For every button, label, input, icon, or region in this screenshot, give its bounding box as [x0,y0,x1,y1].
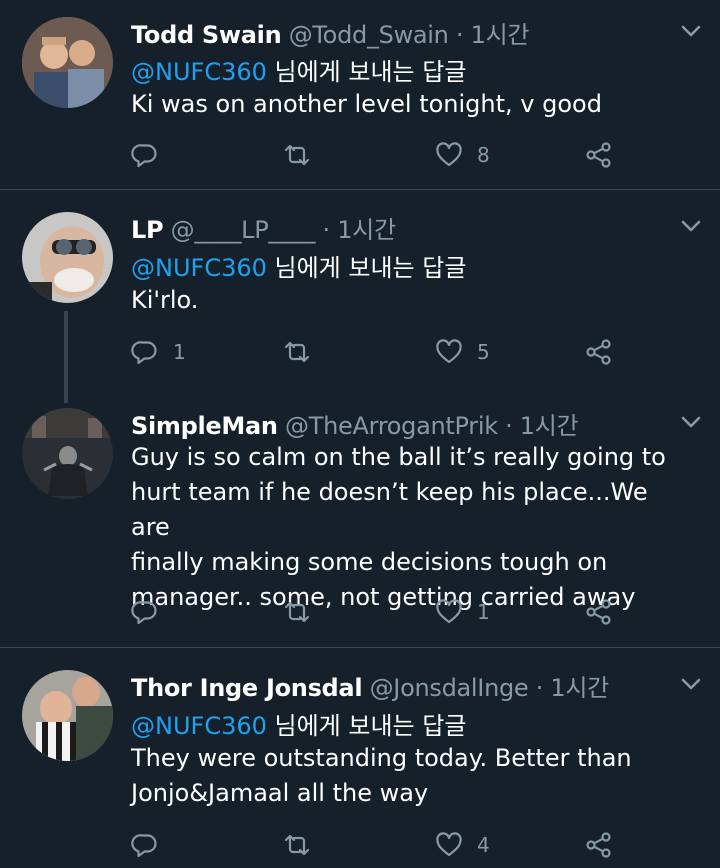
text-line: Jonjo&Jamaal all the way [131,779,429,807]
user-handle[interactable]: @____LP____ [171,216,316,244]
reply-button[interactable] [131,140,173,170]
timestamp: · 1시간 [505,412,579,440]
tweet-text: Ki'rlo. [131,283,691,318]
retweet-icon [284,601,310,623]
avatar[interactable] [22,17,113,108]
mention-link[interactable]: @NUFC360 [131,712,267,740]
chevron-down-icon[interactable] [680,411,702,433]
like-button[interactable]: 4 [435,830,490,860]
avatar[interactable] [22,670,113,761]
retweet-button[interactable] [283,337,325,367]
mention-link[interactable]: @NUFC360 [131,254,267,282]
timestamp: · 1시간 [535,674,609,702]
timeline: Todd Swain @Todd_Swain · 1시간 @NUFC360 님에… [0,0,720,868]
heart-icon [436,832,462,857]
mention-link[interactable]: @NUFC360 [131,58,267,86]
text-line: They were outstanding today. Better than [131,744,632,772]
like-button[interactable]: 8 [435,140,490,170]
reply-button[interactable] [131,597,173,627]
like-count: 1 [477,600,490,624]
reply-button[interactable]: 1 [131,337,186,367]
like-button[interactable]: 1 [435,597,490,627]
heart-icon [436,339,462,364]
share-icon [586,142,611,168]
chevron-down-icon[interactable] [680,20,702,42]
display-name[interactable]: Thor Inge Jonsdal [131,674,363,702]
retweet-button[interactable] [283,140,325,170]
heart-icon [436,142,462,167]
text-line: hurt team if he doesn’t keep his place..… [131,478,648,541]
share-button[interactable] [585,597,613,627]
text-line: Ki'rlo. [131,286,199,314]
reply-label: 님에게 보내는 답글 [266,58,467,86]
retweet-button[interactable] [283,597,325,627]
share-button[interactable] [585,337,613,367]
reply-label: 님에게 보내는 답글 [266,254,467,282]
avatar[interactable] [22,212,113,303]
display-name[interactable]: LP [131,216,164,244]
like-count: 8 [477,143,490,167]
tweet-text: Guy is so calm on the ball it’s really g… [131,440,691,615]
user-handle[interactable]: @Todd_Swain [289,21,449,49]
tweet[interactable]: Thor Inge Jonsdal @JonsdalInge · 1시간 @NU… [0,648,720,868]
avatar[interactable] [22,408,113,499]
action-bar: 1 [131,597,691,627]
display-name[interactable]: SimpleMan [131,412,278,440]
tweet-text: Ki was on another level tonight, v good [131,87,691,122]
retweet-icon [284,341,310,363]
action-bar: 8 [131,140,691,170]
tweet[interactable]: LP @____LP____ · 1시간 @NUFC360 님에게 보내는 답글… [0,190,720,386]
tweet-text: They were outstanding today. Better than… [131,741,691,811]
like-count: 4 [477,833,490,857]
chevron-down-icon[interactable] [680,215,702,237]
retweet-icon [284,834,310,856]
reply-icon [131,601,157,625]
tweet[interactable]: Todd Swain @Todd_Swain · 1시간 @NUFC360 님에… [0,0,720,190]
action-bar: 1 5 [131,337,691,367]
like-button[interactable]: 5 [435,337,490,367]
share-button[interactable] [585,830,613,860]
tweet[interactable]: SimpleMan @TheArrogantPrik · 1시간 Guy is … [0,386,720,648]
timestamp: · 1시간 [322,216,396,244]
text-line: Ki was on another level tonight, v good [131,90,602,118]
timestamp: · 1시간 [455,21,530,49]
share-icon [586,339,611,365]
reply-context: @NUFC360 님에게 보내는 답글 [131,52,466,87]
reply-icon [131,144,157,168]
reply-label: 님에게 보내는 답글 [266,712,467,740]
reply-icon [131,834,157,858]
text-line: finally making some decisions tough on [131,548,608,576]
share-icon [586,832,611,858]
user-handle[interactable]: @TheArrogantPrik [285,412,498,440]
heart-icon [436,599,462,624]
chevron-down-icon[interactable] [680,673,702,695]
action-bar: 4 [131,830,691,860]
like-count: 5 [477,340,490,364]
reply-context: @NUFC360 님에게 보내는 답글 [131,706,466,741]
user-handle[interactable]: @JonsdalInge [370,674,529,702]
retweet-icon [284,144,310,166]
retweet-button[interactable] [283,830,325,860]
share-button[interactable] [585,140,613,170]
reply-button[interactable] [131,830,173,860]
display-name[interactable]: Todd Swain [131,21,282,49]
reply-context: @NUFC360 님에게 보내는 답글 [131,248,466,283]
share-icon [586,599,611,625]
text-line: Guy is so calm on the ball it’s really g… [131,443,666,471]
reply-count: 1 [173,340,186,364]
reply-icon [131,341,157,365]
